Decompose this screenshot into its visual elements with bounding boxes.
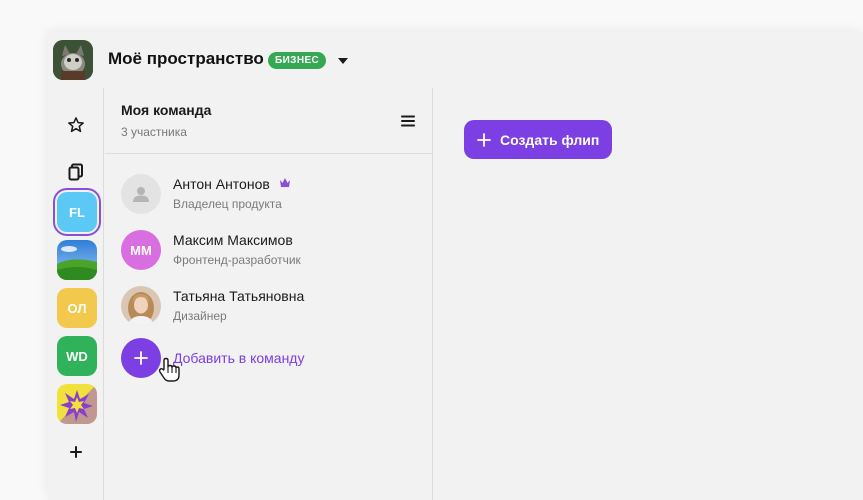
add-space-button[interactable] bbox=[56, 432, 96, 472]
plus-icon bbox=[477, 132, 491, 147]
space-burst[interactable] bbox=[57, 384, 97, 424]
star-icon bbox=[68, 117, 84, 133]
create-flip-label: Создать флип bbox=[500, 131, 600, 148]
member-row[interactable]: Антон Антонов Владелец продукта bbox=[121, 174, 421, 214]
team-panel: Моя команда 3 участника Антон Антонов Вл… bbox=[105, 88, 433, 500]
plus-icon bbox=[134, 351, 148, 365]
member-name: Татьяна Татьяновна bbox=[173, 288, 305, 304]
plan-badge: БИЗНЕС bbox=[268, 52, 327, 69]
app-window: Моё пространство БИЗНЕС FL ОЛ WD Моя ком… bbox=[48, 32, 863, 500]
avatar-initials: ММ bbox=[130, 242, 152, 258]
hand-cursor-icon bbox=[158, 357, 180, 382]
space-ol[interactable]: ОЛ bbox=[57, 288, 97, 328]
favorites-button[interactable] bbox=[56, 105, 96, 145]
cat-avatar-icon[interactable] bbox=[53, 40, 93, 80]
create-flip-button[interactable]: Создать флип bbox=[464, 120, 612, 159]
space-fl[interactable]: FL bbox=[53, 188, 101, 236]
landscape-thumbnail bbox=[57, 240, 97, 280]
avatar: ММ bbox=[121, 230, 161, 270]
space-fl-label: FL bbox=[69, 204, 85, 220]
add-member-circle bbox=[121, 338, 161, 378]
member-name: Максим Максимов bbox=[173, 232, 293, 248]
spaces-rail: FL ОЛ WD bbox=[48, 88, 104, 500]
member-role: Дизайнер bbox=[173, 309, 227, 323]
avatar-photo bbox=[121, 286, 161, 326]
add-member-label: Добавить в команду bbox=[173, 350, 305, 366]
avatar-placeholder-icon bbox=[121, 174, 161, 214]
team-panel-header: Моя команда 3 участника bbox=[105, 88, 432, 154]
space-ol-label: ОЛ bbox=[67, 300, 87, 316]
member-row[interactable]: ММ Максим Максимов Фронтенд-разработчик bbox=[121, 230, 421, 270]
team-title: Моя команда bbox=[121, 102, 212, 118]
caret-down-icon[interactable] bbox=[336, 54, 350, 68]
hamburger-menu-icon[interactable] bbox=[400, 113, 416, 129]
space-wd-label: WD bbox=[66, 348, 88, 364]
member-row[interactable]: Татьяна Татьяновна Дизайнер bbox=[121, 286, 421, 326]
team-member-count: 3 участника bbox=[121, 125, 187, 139]
space-wd[interactable]: WD bbox=[57, 336, 97, 376]
workspace-title[interactable]: Моё пространство bbox=[108, 49, 264, 69]
member-role: Владелец продукта bbox=[173, 197, 282, 211]
workspace-header: Моё пространство БИЗНЕС bbox=[48, 32, 863, 88]
copy-icon bbox=[68, 163, 83, 181]
member-name: Антон Антонов bbox=[173, 176, 270, 192]
space-landscape[interactable] bbox=[57, 240, 97, 280]
plus-icon bbox=[70, 446, 82, 458]
burst-thumbnail bbox=[57, 384, 97, 424]
crown-icon bbox=[280, 178, 290, 187]
add-member-button[interactable]: Добавить в команду bbox=[121, 338, 421, 382]
member-role: Фронтенд-разработчик bbox=[173, 253, 301, 267]
copies-button[interactable] bbox=[56, 152, 96, 192]
